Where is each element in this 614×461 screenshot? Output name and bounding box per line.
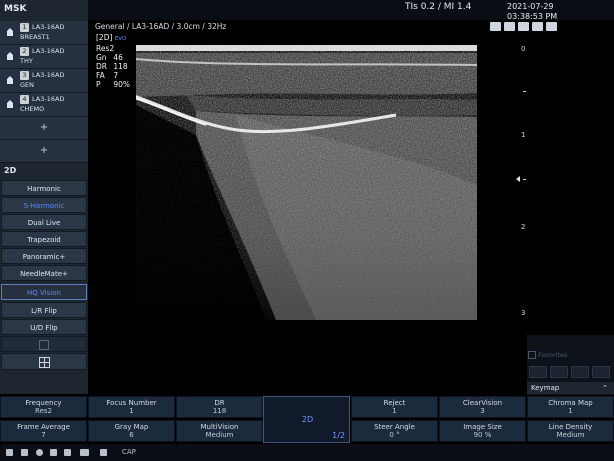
image-readout: [2D] EVO Res2 Gn 46 DR 118 FA 7 P 90%	[96, 33, 130, 89]
chevron-up-icon: ⌃	[602, 384, 608, 392]
frequency-control[interactable]: Frequency Res2	[0, 396, 87, 418]
favorites-label: Favorites	[538, 351, 568, 359]
ud-flip-button[interactable]: U/D Flip	[1, 319, 87, 335]
bottom-status-bar	[0, 444, 614, 461]
record-icon[interactable]	[21, 449, 28, 456]
readout-row: Gn 46	[96, 53, 123, 62]
clearvision-control[interactable]: ClearVision 3	[439, 396, 526, 418]
probe-icon	[7, 52, 13, 60]
focus-number-control[interactable]: Focus Number 1	[88, 396, 175, 418]
keymap-bar[interactable]: Keymap ⌃	[527, 382, 614, 394]
folder-icon[interactable]	[64, 449, 71, 456]
ultrasound-texture	[136, 45, 477, 320]
split-view-icon[interactable]	[529, 366, 547, 378]
depth-label: 1	[521, 131, 526, 139]
printer-icon[interactable]	[518, 22, 529, 31]
network-icon[interactable]	[490, 22, 501, 31]
s-harmonic-button[interactable]: S-Harmonic	[1, 197, 87, 213]
gray-map-control[interactable]: Gray Map 6	[88, 420, 175, 442]
trash-icon[interactable]	[592, 366, 610, 378]
depth-label: 3	[521, 309, 526, 317]
readout-row: DR 118	[96, 62, 128, 71]
left-panel: MSK 1 LA3-16AD BREAST1 2 LA3-16AD THY 3 …	[0, 0, 88, 394]
focus-arrow-icon[interactable]	[516, 176, 520, 182]
probe-preset-3[interactable]: 3 LA3-16AD GEN	[0, 69, 88, 93]
probe-icon	[7, 28, 13, 36]
dot-icon[interactable]	[36, 449, 43, 456]
favorites-checkbox[interactable]	[528, 351, 536, 359]
storage-icon[interactable]	[532, 22, 543, 31]
keymap-label: Keymap	[531, 384, 560, 392]
readout-mode: [2D]	[96, 33, 113, 42]
probe-preset-4[interactable]: 4 LA3-16AD CHEMO	[0, 93, 88, 117]
frame-average-control[interactable]: Frame Average 7	[0, 420, 87, 442]
mode-page-button[interactable]: 2D 1/2	[263, 396, 350, 443]
monitor-icon[interactable]	[80, 449, 89, 456]
add-preset-button[interactable]: +	[0, 117, 88, 140]
trapezoid-button[interactable]: Trapezoid	[1, 231, 87, 247]
panoramic-button[interactable]: Panoramic+	[1, 248, 87, 264]
mode-label: 2D	[4, 166, 17, 175]
reject-control[interactable]: Reject 1	[351, 396, 438, 418]
page-indicator: 1/2	[332, 431, 345, 440]
needlemate-button[interactable]: NeedleMate+	[1, 265, 87, 281]
single-layout-button[interactable]	[1, 336, 87, 352]
time-display: 03:38:53 PM	[507, 12, 558, 21]
quad-layout-button[interactable]	[1, 353, 87, 370]
dr-control[interactable]: DR 118	[176, 396, 263, 418]
list-icon[interactable]	[571, 366, 589, 378]
ultrasound-image[interactable]	[136, 45, 477, 320]
favorites-row[interactable]: Favorites	[528, 351, 567, 359]
quad-layout-icon	[38, 356, 50, 368]
multivision-control[interactable]: MultiVision Medium	[176, 420, 263, 442]
line-density-control[interactable]: Line Density Medium	[527, 420, 614, 442]
dual-live-button[interactable]: Dual Live	[1, 214, 87, 230]
add-preset-button[interactable]: +	[0, 140, 88, 163]
scan-parameters: General / LA3-16AD / 3.0cm / 32Hz	[95, 22, 227, 31]
depth-label: 0	[521, 45, 526, 53]
probe-preset-2[interactable]: 2 LA3-16AD THY	[0, 45, 88, 69]
usb-icon[interactable]	[100, 449, 107, 456]
mode-page-label: 2D	[301, 415, 314, 424]
harmonic-button[interactable]: Harmonic	[1, 180, 87, 196]
chroma-map-control[interactable]: Chroma Map 1	[527, 396, 614, 418]
probe-preset-1[interactable]: 1 LA3-16AD BREAST1	[0, 21, 88, 45]
caps-lock-indicator: CAP	[122, 448, 136, 456]
date-display: 2021-07-29	[507, 2, 554, 11]
hq-vision-button[interactable]: HQ Vision	[1, 284, 87, 300]
keyboard-icon[interactable]	[6, 449, 13, 456]
steer-angle-control[interactable]: Steer Angle 0 °	[351, 420, 438, 442]
app-title: MSK	[4, 4, 27, 14]
depth-label: 2	[521, 223, 526, 231]
readout-row: FA 7	[96, 71, 119, 80]
single-layout-icon	[39, 340, 49, 350]
settings-icon[interactable]	[546, 22, 557, 31]
star-icon[interactable]	[550, 366, 568, 378]
depth-scale: 0 1 2 3	[519, 45, 529, 320]
usb-icon[interactable]	[504, 22, 515, 31]
probe-icon	[7, 100, 13, 108]
readout-evo: EVO	[114, 36, 127, 42]
probe-icon	[7, 76, 13, 84]
disk-icon[interactable]	[50, 449, 57, 456]
image-size-control[interactable]: Image Size 90 %	[439, 420, 526, 442]
lr-flip-button[interactable]: L/R Flip	[1, 302, 87, 318]
readout-row: P 90%	[96, 80, 131, 89]
focus-marker	[523, 179, 526, 180]
thermal-mechanical-index: TIs 0.2 / MI 1.4	[405, 2, 472, 12]
readout-res: Res2	[96, 44, 115, 53]
